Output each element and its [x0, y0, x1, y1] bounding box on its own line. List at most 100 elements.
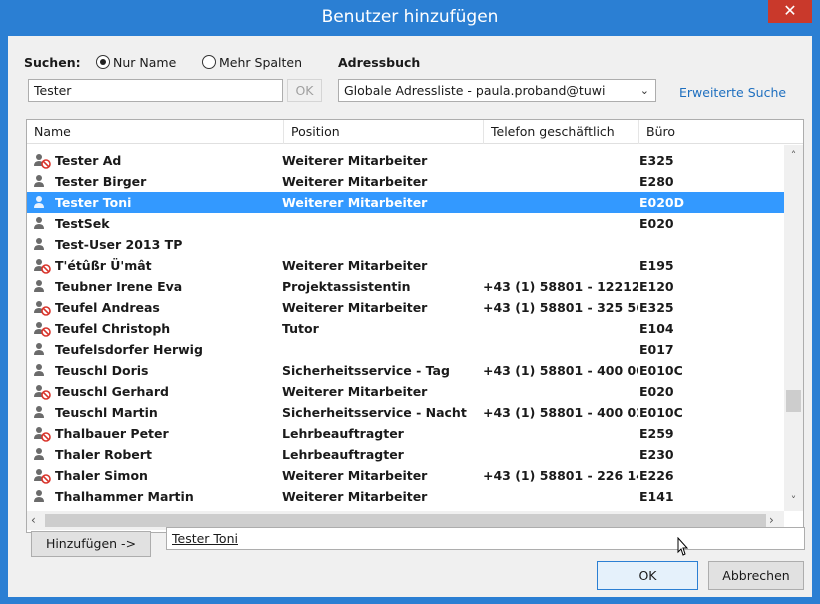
scroll-down-icon[interactable]: ˅ [784, 494, 803, 507]
mouse-cursor-icon [677, 537, 689, 556]
cell-position: Projektassistentin [282, 279, 411, 294]
cell-position: Weiterer Mitarbeiter [282, 258, 428, 273]
user-blocked-icon [34, 469, 51, 484]
cell-buero: E017 [639, 342, 674, 357]
cell-position: Tutor [282, 321, 319, 336]
cell-position: Lehrbeauftragter [282, 447, 404, 462]
radio-name-only[interactable]: Nur Name [96, 55, 176, 70]
cell-name: Teufel Andreas [55, 300, 160, 315]
table-row[interactable]: Teubner Irene Eva Projektassistentin +43 (… [27, 276, 784, 297]
cell-buero: E325 [639, 300, 674, 315]
cell-telefon: +43 (1) 58801 - 226 14 [483, 468, 638, 483]
table-row[interactable]: Teufelsdorfer Herwig E017 [27, 339, 784, 360]
user-icon [34, 490, 44, 502]
cell-position: Weiterer Mitarbeiter [282, 489, 428, 504]
search-label: Suchen: [24, 55, 81, 70]
addressbook-select[interactable]: Globale Adressliste - paula.proband@tuwi… [338, 79, 656, 102]
ok-button[interactable]: OK [597, 561, 698, 590]
cell-name: Teubner Irene Eva [55, 279, 183, 294]
window-title: Benutzer hinzufügen [321, 7, 499, 27]
cell-name: Thalhammer Martin [55, 489, 194, 504]
addressbook-select-value: Globale Adressliste - paula.proband@tuwi [344, 83, 606, 98]
close-button[interactable]: ✕ [768, 0, 812, 23]
scroll-up-icon[interactable]: ˄ [784, 149, 803, 162]
user-icon [34, 364, 44, 376]
user-icon [34, 343, 44, 355]
cell-position: Weiterer Mitarbeiter [282, 195, 428, 210]
contact-list[interactable]: Name Position Telefon geschäftlich Büro … [26, 119, 804, 533]
search-input[interactable]: Tester [28, 79, 283, 102]
table-row[interactable]: Tester Toni Weiterer Mitarbeiter E020D [27, 192, 784, 213]
cell-name: Thalbauer Peter [55, 426, 169, 441]
cell-position: Weiterer Mitarbeiter [282, 153, 428, 168]
radio-more-columns[interactable]: Mehr Spalten [202, 55, 302, 70]
column-header-position[interactable]: Position [284, 120, 484, 144]
cell-name: Test-User 2013 TP [55, 237, 183, 252]
table-row[interactable]: Tester Ad Weiterer Mitarbeiter E325 [27, 150, 784, 171]
table-row[interactable]: Teuschl Doris Sicherheitsservice - Tag +43… [27, 360, 784, 381]
search-ok-button[interactable]: OK [287, 79, 322, 102]
table-row[interactable]: Thaler Simon Weiterer Mitarbeiter +43 (1) … [27, 465, 784, 486]
title-bar[interactable]: Benutzer hinzufügen ✕ [0, 0, 820, 36]
vertical-scroll-thumb[interactable] [786, 390, 801, 412]
user-icon [34, 196, 44, 208]
cell-position: Sicherheitsservice - Tag [282, 363, 450, 378]
column-header-telefon[interactable]: Telefon geschäftlich [484, 120, 639, 144]
cell-position: Weiterer Mitarbeiter [282, 468, 428, 483]
cell-buero: E010C [639, 363, 683, 378]
cell-name: Teufel Christoph [55, 321, 171, 336]
user-icon [34, 406, 44, 418]
radio-more-columns-label: Mehr Spalten [219, 55, 303, 70]
dialog-body: Suchen: Nur Name Mehr Spalten Adressbuch… [8, 36, 812, 597]
table-row[interactable]: Test-User 2013 TP [27, 234, 784, 255]
column-header-buero[interactable]: Büro [639, 120, 784, 144]
cell-telefon: +43 (1) 58801 - 325 56 [483, 300, 638, 315]
cell-telefon: +43 (1) 58801 - 400 00 [483, 363, 638, 378]
table-row[interactable]: TestSek E020 [27, 213, 784, 234]
addressbook-label: Adressbuch [338, 55, 421, 70]
user-icon [34, 175, 44, 187]
cell-buero: E020D [639, 195, 685, 210]
user-blocked-icon [34, 385, 51, 400]
cell-buero: E259 [639, 426, 674, 441]
table-row[interactable]: Tester Birger Weiterer Mitarbeiter E280 [27, 171, 784, 192]
cell-buero: E195 [639, 258, 674, 273]
radio-more-columns-circle[interactable] [202, 55, 216, 69]
scroll-right-icon[interactable]: › [769, 513, 774, 527]
cell-buero: E010C [639, 405, 683, 420]
horizontal-scroll-thumb[interactable] [45, 514, 766, 527]
user-blocked-icon [34, 301, 51, 316]
cell-name: Tester Birger [55, 174, 147, 189]
table-row[interactable]: Thalhammer Martin Weiterer Mitarbeiter E14… [27, 486, 784, 507]
cell-name: TestSek [55, 216, 110, 231]
column-header-name[interactable]: Name [27, 120, 284, 144]
user-icon [34, 238, 44, 250]
cell-position: Sicherheitsservice - Nacht [282, 405, 467, 420]
cell-buero: E104 [639, 321, 674, 336]
table-row[interactable]: Teuschl Martin Sicherheitsservice - Nacht… [27, 402, 784, 423]
user-icon [34, 280, 44, 292]
cell-name: T'étûßr Ü'mât [55, 258, 152, 273]
table-row[interactable]: T'étûßr Ü'mât Weiterer Mitarbeiter E195 [27, 255, 784, 276]
list-header: Name Position Telefon geschäftlich Büro [27, 120, 803, 144]
cell-buero: E280 [639, 174, 674, 189]
vertical-scrollbar[interactable]: ˄ ˅ [784, 145, 803, 511]
scroll-left-icon[interactable]: ‹ [31, 513, 36, 527]
table-row[interactable]: Thalbauer Peter Lehrbeauftragter E259 [27, 423, 784, 444]
table-row[interactable]: Thaler Robert Lehrbeauftragter E230 [27, 444, 784, 465]
table-row[interactable]: Teufel Christoph Tutor E104 [27, 318, 784, 339]
advanced-search-link[interactable]: Erweiterte Suche [679, 85, 786, 100]
table-row[interactable]: Teuschl Gerhard Weiterer Mitarbeiter E020 [27, 381, 784, 402]
add-button[interactable]: Hinzufügen -> [31, 531, 151, 557]
selected-users-field[interactable]: Tester Toni [166, 527, 805, 550]
cancel-button[interactable]: Abbrechen [708, 561, 804, 590]
cell-buero: E141 [639, 489, 674, 504]
cell-buero: E230 [639, 447, 674, 462]
dialog-window: Benutzer hinzufügen ✕ Suchen: Nur Name M… [0, 0, 820, 604]
cell-name: Thaler Robert [55, 447, 152, 462]
table-row[interactable]: Teufel Andreas Weiterer Mitarbeiter +43 (1… [27, 297, 784, 318]
radio-name-only-circle[interactable] [96, 55, 110, 69]
user-blocked-icon [34, 154, 51, 169]
cell-name: Teufelsdorfer Herwig [55, 342, 203, 357]
user-blocked-icon [34, 322, 51, 337]
